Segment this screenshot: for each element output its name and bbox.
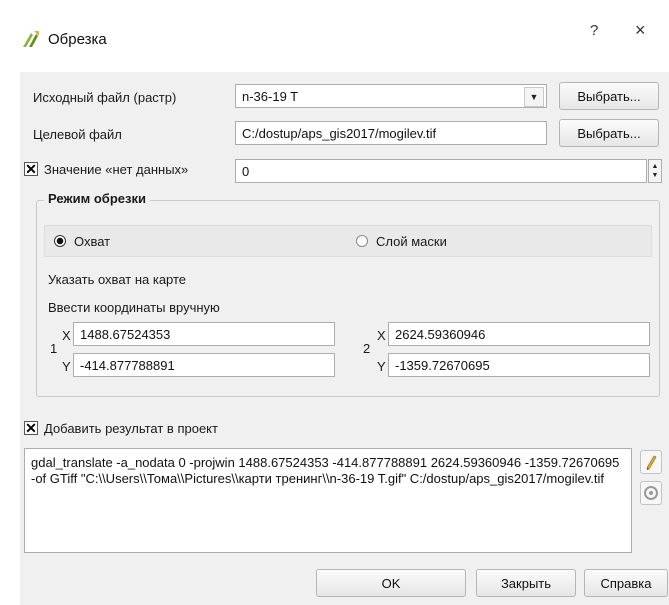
p1-y-input[interactable]: -414.877788891 (73, 353, 335, 377)
clip-mode-title: Режим обрезки (44, 191, 150, 206)
source-file-value: n-36-19 T (242, 88, 299, 104)
p2-y-value: -1359.72670695 (395, 357, 490, 373)
ok-button[interactable]: OK (316, 569, 466, 597)
close-icon[interactable]: × (635, 20, 646, 41)
dialog-title-bar: Обрезка (20, 24, 107, 54)
p2-y-label: Y (377, 359, 386, 374)
target-file-value: C:/dostup/aps_gis2017/mogilev.tif (242, 125, 437, 141)
source-file-label: Исходный файл (растр) (33, 90, 177, 105)
nodata-label: Значение «нет данных» (44, 162, 189, 177)
p1-index: 1 (50, 341, 58, 356)
p1-y-label: Y (62, 359, 71, 374)
extent-radio[interactable] (54, 235, 66, 247)
target-file-label: Целевой файл (33, 127, 122, 142)
spin-up-icon[interactable]: ▲ (652, 162, 659, 171)
reset-icon (644, 486, 658, 500)
reset-command-button[interactable] (640, 481, 662, 505)
p1-x-value: 1488.67524353 (80, 326, 171, 342)
extent-radio-label: Охват (74, 234, 111, 249)
hint-map-extent: Указать охват на карте (48, 272, 187, 287)
target-browse-button[interactable]: Выбрать... (559, 119, 659, 147)
close-button[interactable]: Закрыть (476, 569, 576, 597)
gdal-command-text[interactable]: gdal_translate -a_nodata 0 -projwin 1488… (24, 448, 632, 553)
p2-x-value: 2624.59360946 (395, 326, 486, 342)
edit-command-button[interactable] (640, 450, 662, 474)
hint-manual-coords: Ввести координаты вручную (48, 300, 220, 315)
dialog-title: Обрезка (48, 30, 107, 48)
clip-mode-options (44, 225, 652, 257)
spin-down-icon[interactable]: ▼ (652, 171, 659, 180)
source-file-combo[interactable]: n-36-19 T ▼ (235, 84, 547, 108)
target-file-input[interactable]: C:/dostup/aps_gis2017/mogilev.tif (235, 121, 547, 145)
p1-y-value: -414.877788891 (80, 357, 175, 373)
p2-y-input[interactable]: -1359.72670695 (388, 353, 650, 377)
help-dialog-button[interactable]: Справка (584, 569, 668, 597)
chevron-down-icon[interactable]: ▼ (524, 87, 544, 107)
mask-layer-radio-label: Слой маски (376, 234, 447, 249)
nodata-checkbox[interactable]: ✕ (24, 162, 38, 176)
mask-layer-radio[interactable] (356, 235, 368, 247)
p2-x-label: X (377, 328, 386, 343)
add-result-checkbox[interactable]: ✕ (24, 421, 38, 435)
clipper-tool-icon (23, 31, 39, 47)
nodata-value: 0 (242, 163, 250, 179)
p2-index: 2 (363, 341, 371, 356)
p1-x-label: X (62, 328, 71, 343)
source-browse-button[interactable]: Выбрать... (559, 82, 659, 110)
p1-x-input[interactable]: 1488.67524353 (73, 322, 335, 346)
add-result-label: Добавить результат в проект (44, 421, 218, 436)
p2-x-input[interactable]: 2624.59360946 (388, 322, 650, 346)
nodata-value-input[interactable]: 0 (235, 159, 647, 183)
help-button[interactable]: ? (590, 22, 598, 39)
pencil-icon (646, 455, 657, 470)
nodata-spinbox[interactable]: ▲ ▼ (648, 159, 662, 183)
